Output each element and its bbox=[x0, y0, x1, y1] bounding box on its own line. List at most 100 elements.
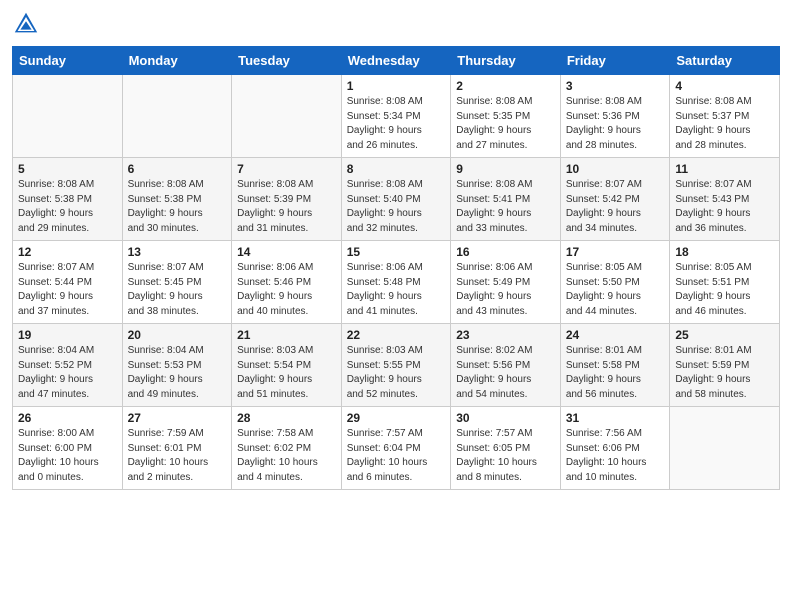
day-info: Sunrise: 8:07 AM Sunset: 5:44 PM Dayligh… bbox=[18, 261, 117, 319]
weekday-header: Saturday bbox=[670, 47, 780, 75]
day-number: 24 bbox=[566, 328, 665, 342]
calendar-body: 1 Sunrise: 8:08 AM Sunset: 5:34 PM Daylig… bbox=[13, 75, 780, 490]
calendar-week-row: 19 Sunrise: 8:04 AM Sunset: 5:52 PM Dayli… bbox=[13, 324, 780, 407]
day-number: 31 bbox=[566, 411, 665, 425]
calendar-day-cell: 9 Sunrise: 8:08 AM Sunset: 5:41 PM Daylig… bbox=[451, 158, 561, 241]
calendar-week-row: 5 Sunrise: 8:08 AM Sunset: 5:38 PM Daylig… bbox=[13, 158, 780, 241]
day-info: Sunrise: 8:08 AM Sunset: 5:41 PM Dayligh… bbox=[456, 178, 555, 236]
header bbox=[12, 10, 780, 38]
day-info: Sunrise: 8:08 AM Sunset: 5:40 PM Dayligh… bbox=[347, 178, 446, 236]
day-number: 17 bbox=[566, 245, 665, 259]
day-info: Sunrise: 8:06 AM Sunset: 5:48 PM Dayligh… bbox=[347, 261, 446, 319]
calendar-day-cell: 5 Sunrise: 8:08 AM Sunset: 5:38 PM Daylig… bbox=[13, 158, 123, 241]
calendar-day-cell bbox=[232, 75, 342, 158]
day-info: Sunrise: 8:04 AM Sunset: 5:53 PM Dayligh… bbox=[128, 344, 227, 402]
day-info: Sunrise: 8:08 AM Sunset: 5:38 PM Dayligh… bbox=[128, 178, 227, 236]
day-info: Sunrise: 8:06 AM Sunset: 5:49 PM Dayligh… bbox=[456, 261, 555, 319]
day-info: Sunrise: 8:05 AM Sunset: 5:51 PM Dayligh… bbox=[675, 261, 774, 319]
calendar-week-row: 26Sunrise: 8:00 AM Sunset: 6:00 PM Dayli… bbox=[13, 407, 780, 490]
day-number: 25 bbox=[675, 328, 774, 342]
day-info: Sunrise: 8:03 AM Sunset: 5:55 PM Dayligh… bbox=[347, 344, 446, 402]
day-number: 1 bbox=[347, 79, 446, 93]
day-number: 15 bbox=[347, 245, 446, 259]
weekday-header: Sunday bbox=[13, 47, 123, 75]
calendar-day-cell bbox=[670, 407, 780, 490]
day-number: 10 bbox=[566, 162, 665, 176]
day-info: Sunrise: 7:57 AM Sunset: 6:04 PM Dayligh… bbox=[347, 427, 446, 485]
weekday-header: Monday bbox=[122, 47, 232, 75]
calendar-day-cell: 23Sunrise: 8:02 AM Sunset: 5:56 PM Dayli… bbox=[451, 324, 561, 407]
day-number: 8 bbox=[347, 162, 446, 176]
day-info: Sunrise: 8:07 AM Sunset: 5:42 PM Dayligh… bbox=[566, 178, 665, 236]
calendar-day-cell: 8 Sunrise: 8:08 AM Sunset: 5:40 PM Daylig… bbox=[341, 158, 451, 241]
day-number: 29 bbox=[347, 411, 446, 425]
day-number: 2 bbox=[456, 79, 555, 93]
day-number: 23 bbox=[456, 328, 555, 342]
calendar-day-cell: 16 Sunrise: 8:06 AM Sunset: 5:49 PM Dayli… bbox=[451, 241, 561, 324]
day-number: 19 bbox=[18, 328, 117, 342]
calendar-day-cell: 17 Sunrise: 8:05 AM Sunset: 5:50 PM Dayli… bbox=[560, 241, 670, 324]
day-info: Sunrise: 8:08 AM Sunset: 5:36 PM Dayligh… bbox=[566, 95, 665, 153]
day-info: Sunrise: 7:56 AM Sunset: 6:06 PM Dayligh… bbox=[566, 427, 665, 485]
calendar-day-cell: 13 Sunrise: 8:07 AM Sunset: 5:45 PM Dayli… bbox=[122, 241, 232, 324]
calendar-day-cell bbox=[13, 75, 123, 158]
weekday-row: SundayMondayTuesdayWednesdayThursdayFrid… bbox=[13, 47, 780, 75]
day-info: Sunrise: 7:58 AM Sunset: 6:02 PM Dayligh… bbox=[237, 427, 336, 485]
day-info: Sunrise: 8:06 AM Sunset: 5:46 PM Dayligh… bbox=[237, 261, 336, 319]
calendar-day-cell: 27 Sunrise: 7:59 AM Sunset: 6:01 PM Dayli… bbox=[122, 407, 232, 490]
calendar-day-cell: 30Sunrise: 7:57 AM Sunset: 6:05 PM Dayli… bbox=[451, 407, 561, 490]
calendar-day-cell: 18 Sunrise: 8:05 AM Sunset: 5:51 PM Dayli… bbox=[670, 241, 780, 324]
day-info: Sunrise: 8:01 AM Sunset: 5:59 PM Dayligh… bbox=[675, 344, 774, 402]
day-info: Sunrise: 8:08 AM Sunset: 5:34 PM Dayligh… bbox=[347, 95, 446, 153]
calendar-day-cell: 4Sunrise: 8:08 AM Sunset: 5:37 PM Daylig… bbox=[670, 75, 780, 158]
calendar-day-cell: 15 Sunrise: 8:06 AM Sunset: 5:48 PM Dayli… bbox=[341, 241, 451, 324]
day-number: 27 bbox=[128, 411, 227, 425]
weekday-header: Tuesday bbox=[232, 47, 342, 75]
main-container: SundayMondayTuesdayWednesdayThursdayFrid… bbox=[0, 0, 792, 502]
day-info: Sunrise: 8:04 AM Sunset: 5:52 PM Dayligh… bbox=[18, 344, 117, 402]
calendar-day-cell: 22 Sunrise: 8:03 AM Sunset: 5:55 PM Dayli… bbox=[341, 324, 451, 407]
day-number: 16 bbox=[456, 245, 555, 259]
calendar-day-cell: 31 Sunrise: 7:56 AM Sunset: 6:06 PM Dayli… bbox=[560, 407, 670, 490]
weekday-header: Wednesday bbox=[341, 47, 451, 75]
day-number: 9 bbox=[456, 162, 555, 176]
day-number: 13 bbox=[128, 245, 227, 259]
day-info: Sunrise: 7:59 AM Sunset: 6:01 PM Dayligh… bbox=[128, 427, 227, 485]
day-number: 22 bbox=[347, 328, 446, 342]
day-number: 3 bbox=[566, 79, 665, 93]
calendar-header: SundayMondayTuesdayWednesdayThursdayFrid… bbox=[13, 47, 780, 75]
calendar-day-cell: 10 Sunrise: 8:07 AM Sunset: 5:42 PM Dayli… bbox=[560, 158, 670, 241]
calendar-day-cell: 3 Sunrise: 8:08 AM Sunset: 5:36 PM Daylig… bbox=[560, 75, 670, 158]
calendar-day-cell: 24 Sunrise: 8:01 AM Sunset: 5:58 PM Dayli… bbox=[560, 324, 670, 407]
day-number: 5 bbox=[18, 162, 117, 176]
day-info: Sunrise: 8:08 AM Sunset: 5:35 PM Dayligh… bbox=[456, 95, 555, 153]
day-number: 12 bbox=[18, 245, 117, 259]
calendar-day-cell bbox=[122, 75, 232, 158]
calendar-day-cell: 25 Sunrise: 8:01 AM Sunset: 5:59 PM Dayli… bbox=[670, 324, 780, 407]
day-number: 20 bbox=[128, 328, 227, 342]
day-info: Sunrise: 8:03 AM Sunset: 5:54 PM Dayligh… bbox=[237, 344, 336, 402]
day-info: Sunrise: 8:07 AM Sunset: 5:45 PM Dayligh… bbox=[128, 261, 227, 319]
logo bbox=[12, 10, 44, 38]
calendar-week-row: 1 Sunrise: 8:08 AM Sunset: 5:34 PM Daylig… bbox=[13, 75, 780, 158]
day-number: 11 bbox=[675, 162, 774, 176]
calendar-day-cell: 14 Sunrise: 8:06 AM Sunset: 5:46 PM Dayli… bbox=[232, 241, 342, 324]
calendar-day-cell: 20 Sunrise: 8:04 AM Sunset: 5:53 PM Dayli… bbox=[122, 324, 232, 407]
calendar-day-cell: 11Sunrise: 8:07 AM Sunset: 5:43 PM Dayli… bbox=[670, 158, 780, 241]
weekday-header: Friday bbox=[560, 47, 670, 75]
calendar-day-cell: 19 Sunrise: 8:04 AM Sunset: 5:52 PM Dayli… bbox=[13, 324, 123, 407]
calendar-day-cell: 26Sunrise: 8:00 AM Sunset: 6:00 PM Dayli… bbox=[13, 407, 123, 490]
day-number: 14 bbox=[237, 245, 336, 259]
day-info: Sunrise: 8:05 AM Sunset: 5:50 PM Dayligh… bbox=[566, 261, 665, 319]
calendar-day-cell: 28 Sunrise: 7:58 AM Sunset: 6:02 PM Dayli… bbox=[232, 407, 342, 490]
calendar-day-cell: 29 Sunrise: 7:57 AM Sunset: 6:04 PM Dayli… bbox=[341, 407, 451, 490]
calendar-week-row: 12 Sunrise: 8:07 AM Sunset: 5:44 PM Dayli… bbox=[13, 241, 780, 324]
calendar-day-cell: 12 Sunrise: 8:07 AM Sunset: 5:44 PM Dayli… bbox=[13, 241, 123, 324]
day-number: 28 bbox=[237, 411, 336, 425]
day-info: Sunrise: 8:08 AM Sunset: 5:38 PM Dayligh… bbox=[18, 178, 117, 236]
day-number: 30 bbox=[456, 411, 555, 425]
logo-icon bbox=[12, 10, 40, 38]
day-info: Sunrise: 8:01 AM Sunset: 5:58 PM Dayligh… bbox=[566, 344, 665, 402]
day-number: 18 bbox=[675, 245, 774, 259]
calendar-day-cell: 7Sunrise: 8:08 AM Sunset: 5:39 PM Daylig… bbox=[232, 158, 342, 241]
